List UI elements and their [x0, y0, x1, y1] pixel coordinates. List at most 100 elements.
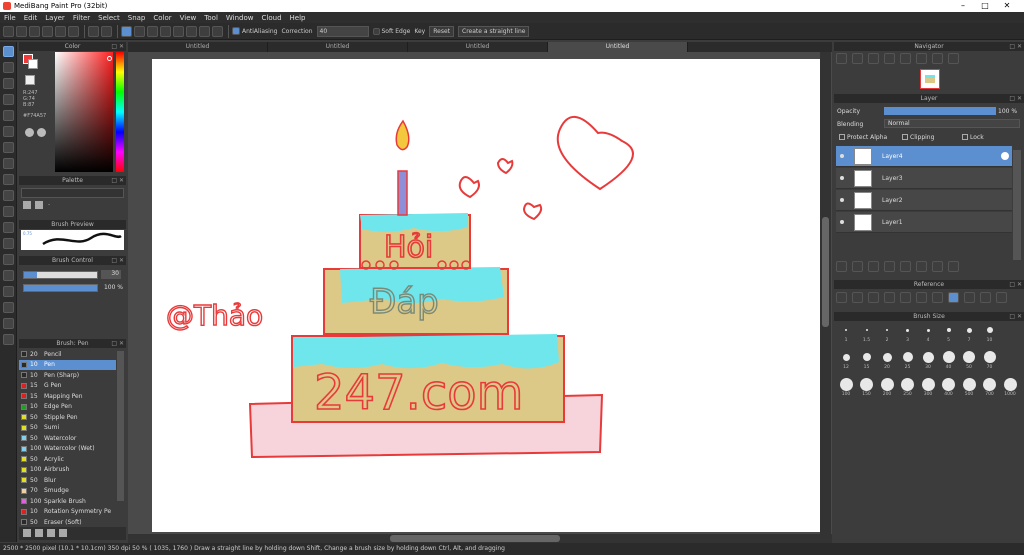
- brush-list-scrollbar[interactable]: [117, 351, 124, 501]
- hand-tool-icon[interactable]: [3, 334, 14, 345]
- color-picker-icon[interactable]: [37, 128, 46, 137]
- horizontal-scroll-thumb[interactable]: [390, 535, 560, 542]
- layer-folder-icon[interactable]: [900, 261, 911, 272]
- brush-size-slider[interactable]: [23, 271, 98, 279]
- fill-tool-icon[interactable]: [3, 142, 14, 153]
- panel-controls-icon[interactable]: □ ✕: [1009, 312, 1022, 321]
- snap-vanish-icon[interactable]: [160, 25, 171, 37]
- brush-size-option[interactable]: [942, 377, 955, 391]
- brush-size-option[interactable]: [862, 353, 871, 361]
- copy-brush-icon[interactable]: [35, 529, 43, 537]
- brush-size-option[interactable]: [921, 377, 935, 391]
- brush-item[interactable]: 100 Sparkle Brush: [19, 496, 116, 507]
- background-color-swatch[interactable]: [28, 59, 38, 69]
- redo-icon[interactable]: [101, 25, 112, 37]
- tab-untitled-4[interactable]: Untitled: [548, 42, 688, 52]
- lasso-tool-icon[interactable]: [3, 206, 14, 217]
- zoom-out-icon[interactable]: [852, 53, 863, 64]
- snap-cross-icon[interactable]: [147, 25, 158, 37]
- brush-item[interactable]: 10 Rotation Symmetry Pe: [19, 507, 116, 518]
- brush-size-option[interactable]: [983, 377, 996, 391]
- brush-size-option[interactable]: [926, 328, 930, 332]
- divide-tool-icon[interactable]: [3, 286, 14, 297]
- rotate-left-icon[interactable]: [900, 53, 911, 64]
- close-window-button[interactable]: ✕: [996, 0, 1018, 12]
- brush-item[interactable]: 50 Sumi: [19, 423, 116, 434]
- move-tool-icon[interactable]: [3, 94, 14, 105]
- color-wheel-icon[interactable]: [25, 128, 34, 137]
- panel-controls-icon[interactable]: □ ✕: [111, 42, 124, 51]
- brush-item[interactable]: 100 Watercolor (Wet): [19, 444, 116, 455]
- brush-item[interactable]: 20 Pencil: [19, 349, 116, 360]
- layer-row[interactable]: Layer3: [836, 168, 1012, 189]
- brush-size-option[interactable]: [860, 377, 873, 391]
- panel-controls-icon[interactable]: □ ✕: [1009, 42, 1022, 51]
- brush-item[interactable]: 50 Stipple Pen: [19, 412, 116, 423]
- visibility-icon[interactable]: [840, 154, 844, 158]
- brush-item[interactable]: 50 Watercolor: [19, 433, 116, 444]
- visibility-icon[interactable]: [840, 220, 844, 224]
- brush-size-option[interactable]: [963, 351, 975, 363]
- add-brush-icon[interactable]: [23, 529, 31, 537]
- brush-size-option[interactable]: [983, 351, 996, 363]
- tab-untitled-2[interactable]: Untitled: [268, 42, 408, 52]
- brush-item[interactable]: 15 G Pen: [19, 381, 116, 392]
- brush-size-option[interactable]: [922, 351, 934, 363]
- dot-tool-icon[interactable]: [3, 78, 14, 89]
- flip-icon[interactable]: [932, 53, 943, 64]
- protect-alpha-checkbox[interactable]: [839, 134, 845, 140]
- magic-wand-icon[interactable]: [3, 222, 14, 233]
- brush-item[interactable]: 50 Eraser (Soft): [19, 517, 116, 528]
- panel-controls-icon[interactable]: □ ✕: [111, 256, 124, 265]
- menu-snap[interactable]: Snap: [128, 14, 146, 22]
- brush-size-option[interactable]: [962, 377, 976, 391]
- menu-window[interactable]: Window: [226, 14, 254, 22]
- palette-delete-icon[interactable]: [35, 201, 43, 209]
- canvas-vertical-scrollbar[interactable]: [820, 52, 831, 534]
- layer-scrollbar[interactable]: [1013, 150, 1021, 260]
- brush-size-value[interactable]: 30: [101, 270, 121, 279]
- menu-cloud[interactable]: Cloud: [262, 14, 282, 22]
- menu-select[interactable]: Select: [98, 14, 120, 22]
- lock-checkbox[interactable]: [962, 134, 968, 140]
- saturation-value-square[interactable]: [55, 52, 113, 172]
- brush-size-option[interactable]: [865, 329, 868, 331]
- brush-item[interactable]: 100 Airbrush: [19, 465, 116, 476]
- menu-view[interactable]: View: [180, 14, 197, 22]
- visibility-icon[interactable]: [840, 176, 844, 180]
- hand-icon[interactable]: [948, 292, 959, 303]
- snap-circle-icon[interactable]: [186, 25, 197, 37]
- brush-size-option[interactable]: [901, 377, 914, 391]
- layer-row[interactable]: Layer2: [836, 190, 1012, 211]
- comment-icon[interactable]: [29, 25, 40, 37]
- palette-select[interactable]: [21, 188, 124, 198]
- panel-controls-icon[interactable]: □ ✕: [111, 176, 124, 185]
- menu-help[interactable]: Help: [290, 14, 306, 22]
- brush-size-option[interactable]: [886, 329, 888, 331]
- panel-controls-icon[interactable]: □ ✕: [1009, 94, 1022, 103]
- text-tool-icon[interactable]: [3, 270, 14, 281]
- layer-settings-icon[interactable]: [1001, 152, 1009, 160]
- zoom-out-icon[interactable]: [900, 292, 911, 303]
- select-rect-icon[interactable]: [3, 190, 14, 201]
- delete-layer-icon[interactable]: [948, 261, 959, 272]
- add-layer-menu-icon[interactable]: [884, 261, 895, 272]
- brush-size-option[interactable]: [1003, 377, 1017, 391]
- brush-size-option[interactable]: [906, 328, 909, 332]
- fit-icon[interactable]: [868, 53, 879, 64]
- fill-icon[interactable]: [55, 25, 66, 37]
- eraser-tool-icon[interactable]: [3, 62, 14, 73]
- menu-layer[interactable]: Layer: [45, 14, 65, 22]
- check-icon[interactable]: [68, 25, 79, 37]
- new-layer-icon[interactable]: [836, 261, 847, 272]
- flip-icon[interactable]: [996, 292, 1007, 303]
- undo-icon[interactable]: [88, 25, 99, 37]
- brush-tool-icon[interactable]: [3, 46, 14, 57]
- menu-file[interactable]: File: [4, 14, 16, 22]
- close-reference-icon[interactable]: [868, 292, 879, 303]
- layer-opacity-slider[interactable]: [884, 107, 996, 115]
- brush-settings-icon[interactable]: [59, 529, 67, 537]
- cloud-icon[interactable]: [3, 25, 14, 37]
- layer-row[interactable]: Layer4: [836, 146, 1012, 167]
- rotate-right-icon[interactable]: [916, 53, 927, 64]
